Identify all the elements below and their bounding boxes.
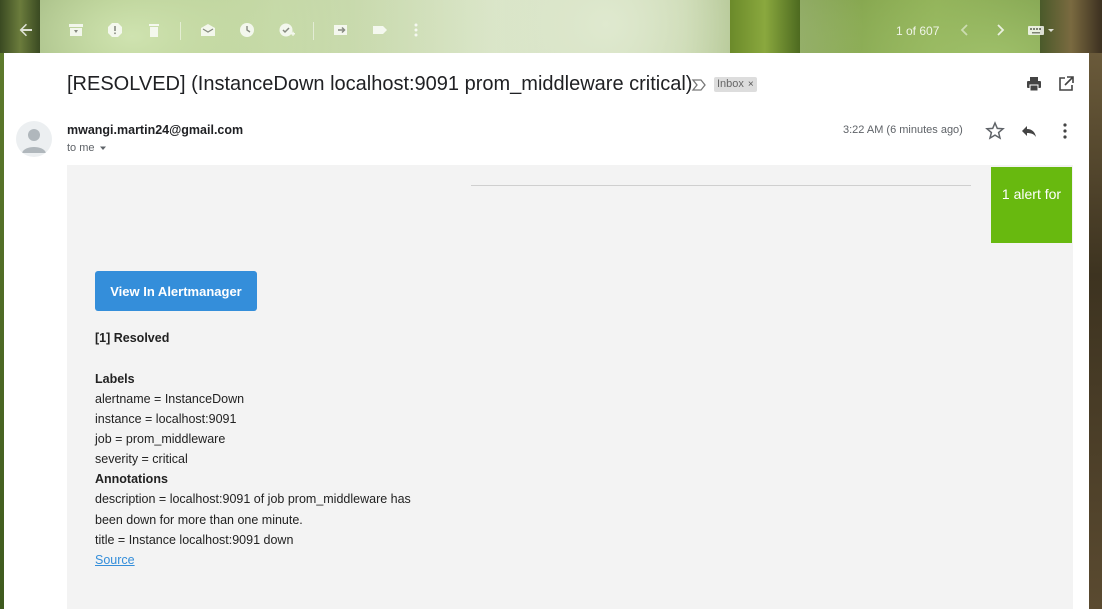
newer-icon[interactable] (955, 20, 975, 40)
annotations-heading: Annotations (95, 472, 168, 486)
print-icon[interactable] (1025, 75, 1043, 93)
more-vert-icon[interactable] (406, 20, 426, 40)
email-subject: [RESOLVED] (InstanceDown localhost:9091 … (67, 73, 693, 95)
more-vert-icon[interactable] (1055, 121, 1075, 141)
toolbar-divider (313, 22, 314, 40)
older-icon[interactable] (990, 20, 1010, 40)
email-panel: [RESOLVED] (InstanceDown localhost:9091 … (4, 53, 1089, 609)
snooze-icon[interactable] (237, 20, 257, 40)
page-count: 1 of 607 (896, 24, 940, 38)
alert-details: Labels alertname = InstanceDown instance… (95, 369, 425, 570)
recipient-text: to me (67, 142, 95, 154)
open-new-window-icon[interactable] (1057, 75, 1075, 93)
reply-icon[interactable] (1019, 121, 1039, 141)
resolved-heading: [1] Resolved (95, 331, 170, 345)
email-body: 1 alert for View In Alertmanager [1] Res… (67, 165, 1073, 609)
source-link[interactable]: Source (95, 553, 135, 567)
view-in-alertmanager-button[interactable]: View In Alertmanager (95, 271, 257, 311)
delete-icon[interactable] (144, 20, 164, 40)
add-task-icon[interactable] (277, 20, 297, 40)
email-timestamp: 3:22 AM (6 minutes ago) (843, 124, 963, 136)
move-to-icon[interactable] (331, 20, 351, 40)
toolbar-divider (180, 22, 181, 40)
remove-label-icon[interactable]: × (748, 77, 754, 92)
background-edge (1089, 53, 1102, 609)
back-arrow-icon[interactable] (16, 20, 36, 40)
sender-email[interactable]: mwangi.martin24@gmail.com (67, 123, 243, 137)
divider-line (471, 185, 971, 186)
alert-count-banner: 1 alert for (991, 167, 1072, 243)
label-line: instance = localhost:9091 (95, 412, 237, 426)
toolbar: 1 of 607 (0, 0, 1102, 53)
label-line: alertname = InstanceDown (95, 392, 245, 406)
chevron-down-icon (99, 146, 106, 150)
label-line: job = prom_middleware (95, 432, 226, 446)
star-icon[interactable] (985, 121, 1005, 141)
mark-unread-icon[interactable] (198, 20, 218, 40)
recipient-details[interactable]: to me (67, 142, 107, 154)
important-marker-icon[interactable] (691, 77, 707, 93)
inbox-label-chip[interactable]: Inbox × (714, 77, 757, 92)
keyboard-icon[interactable] (1026, 20, 1058, 40)
report-spam-icon[interactable] (105, 20, 125, 40)
annotation-line: title = Instance localhost:9091 down (95, 533, 294, 547)
label-icon[interactable] (370, 20, 390, 40)
labels-heading: Labels (95, 372, 135, 386)
label-line: severity = critical (95, 452, 188, 466)
inbox-label-text: Inbox (717, 78, 744, 90)
avatar[interactable] (16, 121, 52, 157)
archive-icon[interactable] (66, 20, 86, 40)
annotation-line: description = localhost:9091 of job prom… (95, 492, 411, 527)
